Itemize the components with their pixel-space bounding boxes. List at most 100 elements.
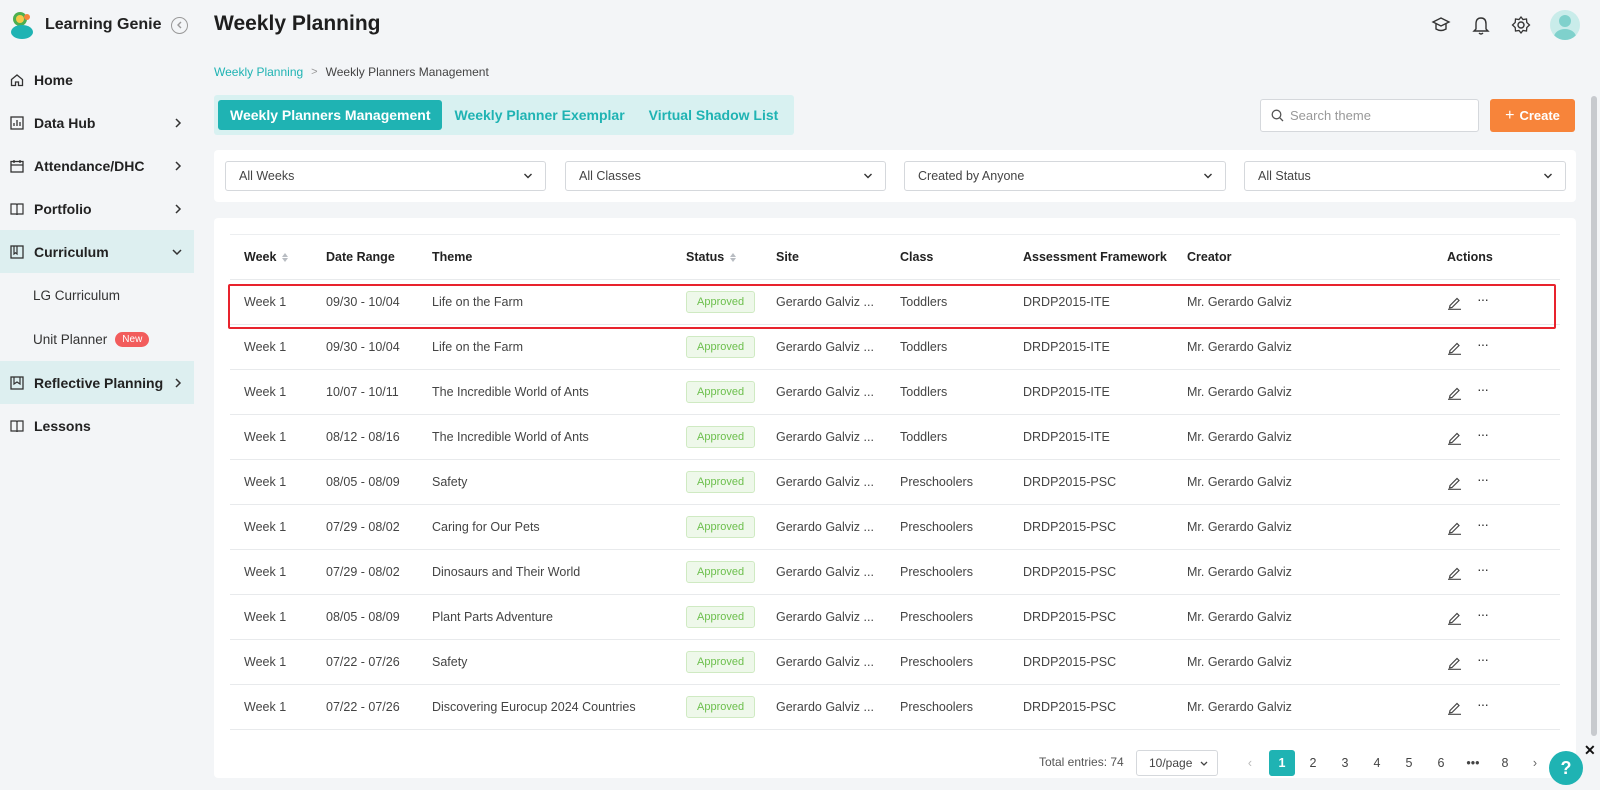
edit-icon[interactable] — [1447, 610, 1462, 625]
scrollbar[interactable] — [1591, 96, 1597, 736]
more-options-icon[interactable]: ··· — [1477, 607, 1489, 621]
breadcrumb: Weekly Planning > Weekly Planners Manage… — [214, 65, 489, 79]
more-options-icon[interactable]: ··· — [1477, 382, 1489, 396]
sidebar-item-attendance[interactable]: Attendance/DHC — [0, 144, 194, 187]
sidebar-item-curriculum[interactable]: Curriculum — [0, 230, 194, 273]
cell-actions: ··· — [1447, 595, 1489, 639]
table-row[interactable]: Week 1 07/22 - 07/26 Discovering Eurocup 2… — [230, 685, 1560, 730]
edit-icon[interactable] — [1447, 565, 1462, 580]
edit-icon[interactable] — [1447, 430, 1462, 445]
column-status[interactable]: Status — [686, 235, 737, 279]
graduation-cap-icon[interactable] — [1430, 14, 1452, 36]
column-creator: Creator — [1187, 250, 1232, 264]
more-options-icon[interactable]: ··· — [1477, 337, 1489, 351]
status-badge: Approved — [686, 696, 756, 718]
cell-class: Preschoolers — [900, 475, 973, 489]
more-options-icon[interactable]: ··· — [1477, 562, 1489, 576]
classes-select[interactable]: All Classes — [565, 161, 886, 191]
status-select[interactable]: All Status — [1244, 161, 1566, 191]
bell-icon[interactable] — [1470, 14, 1492, 36]
sidebar-subitem-lg-curriculum[interactable]: LG Curriculum — [0, 273, 194, 317]
page-number[interactable]: 4 — [1364, 750, 1390, 776]
prev-page-icon[interactable]: ‹ — [1237, 750, 1263, 776]
edit-icon[interactable] — [1447, 340, 1462, 355]
bookmark-icon — [10, 375, 24, 390]
help-button[interactable]: ? — [1549, 751, 1583, 785]
more-options-icon[interactable]: ··· — [1477, 472, 1489, 486]
chevron-down-icon — [864, 173, 872, 179]
cell-theme: The Incredible World of Ants — [432, 430, 589, 444]
more-options-icon[interactable]: ··· — [1477, 697, 1489, 711]
page-size-select[interactable]: 10/page — [1136, 750, 1218, 776]
edit-icon[interactable] — [1447, 655, 1462, 670]
edit-icon[interactable] — [1447, 520, 1462, 535]
avatar[interactable] — [1550, 10, 1580, 40]
table-row[interactable]: Week 1 09/30 - 10/04 Life on the Farm Appro… — [230, 280, 1560, 325]
tab-weekly-planner-exemplar[interactable]: Weekly Planner Exemplar — [442, 100, 636, 130]
chevron-down-icon — [1544, 173, 1552, 179]
edit-icon[interactable] — [1447, 385, 1462, 400]
page-number[interactable]: 6 — [1428, 750, 1454, 776]
cell-site: Gerardo Galviz ... — [776, 340, 874, 354]
classes-select-value: All Classes — [579, 169, 641, 183]
cell-assessment-framework: DRDP2015-ITE — [1023, 385, 1110, 399]
close-icon[interactable]: ✕ — [1584, 742, 1596, 759]
more-options-icon[interactable]: ··· — [1477, 427, 1489, 441]
table-row[interactable]: Week 1 08/05 - 08/09 Plant Parts Adventure… — [230, 595, 1560, 640]
column-assessment-framework: Assessment Framework — [1023, 250, 1167, 264]
sidebar-item-data-hub[interactable]: Data Hub — [0, 101, 194, 144]
sidebar-item-home[interactable]: Home — [0, 58, 194, 101]
tab-weekly-planners-management[interactable]: Weekly Planners Management — [218, 100, 443, 130]
sidebar-subitem-unit-planner[interactable]: Unit Planner New — [0, 317, 194, 361]
cell-site: Gerardo Galviz ... — [776, 520, 874, 534]
table-row[interactable]: Week 1 08/05 - 08/09 Safety Approved Gerardo… — [230, 460, 1560, 505]
page-ellipsis[interactable]: ••• — [1460, 750, 1486, 776]
chevron-down-icon — [1204, 173, 1212, 179]
cell-week: Week 1 — [244, 565, 287, 579]
cell-week: Week 1 — [244, 520, 287, 534]
edit-icon[interactable] — [1447, 295, 1462, 310]
breadcrumb-link-weekly-planning[interactable]: Weekly Planning — [214, 65, 303, 79]
table-row[interactable]: Week 1 10/07 - 10/11 The Incredible World … — [230, 370, 1560, 415]
cell-actions: ··· — [1447, 640, 1489, 684]
cell-week: Week 1 — [244, 430, 287, 444]
table-row[interactable]: Week 1 07/29 - 08/02 Caring for Our Pets Ap… — [230, 505, 1560, 550]
cell-theme: Plant Parts Adventure — [432, 610, 553, 624]
gear-icon[interactable] — [1510, 14, 1532, 36]
table-row[interactable]: Week 1 07/29 - 08/02 Dinosaurs and Their W… — [230, 550, 1560, 595]
page-number[interactable]: 1 — [1269, 750, 1295, 776]
edit-icon[interactable] — [1447, 700, 1462, 715]
more-options-icon[interactable]: ··· — [1477, 517, 1489, 531]
planners-panel: Week Date Range Theme Status Site Class … — [214, 218, 1576, 778]
weeks-select[interactable]: All Weeks — [225, 161, 546, 191]
sidebar-item-portfolio[interactable]: Portfolio — [0, 187, 194, 230]
table-row[interactable]: Week 1 08/12 - 08/16 The Incredible World … — [230, 415, 1560, 460]
weeks-select-value: All Weeks — [239, 169, 295, 183]
page-number[interactable]: 2 — [1300, 750, 1326, 776]
next-page-icon[interactable]: › — [1522, 750, 1548, 776]
cell-actions: ··· — [1447, 415, 1489, 459]
cell-actions: ··· — [1447, 460, 1489, 504]
page-number[interactable]: 8 — [1492, 750, 1518, 776]
more-options-icon[interactable]: ··· — [1477, 292, 1489, 306]
column-week[interactable]: Week — [244, 235, 289, 279]
cell-week: Week 1 — [244, 475, 287, 489]
edit-icon[interactable] — [1447, 475, 1462, 490]
plus-icon: + — [1505, 106, 1515, 124]
more-options-icon[interactable]: ··· — [1477, 652, 1489, 666]
table-row[interactable]: Week 1 09/30 - 10/04 Life on the Farm Appro… — [230, 325, 1560, 370]
cell-date-range: 07/22 - 07/26 — [326, 655, 400, 669]
create-button[interactable]: + Create — [1490, 99, 1575, 132]
creator-select[interactable]: Created by Anyone — [904, 161, 1226, 191]
cell-class: Toddlers — [900, 340, 948, 354]
page-number[interactable]: 5 — [1396, 750, 1422, 776]
search-input[interactable] — [1290, 108, 1460, 123]
page-number[interactable]: 3 — [1332, 750, 1358, 776]
cell-assessment-framework: DRDP2015-PSC — [1023, 565, 1117, 579]
sidebar-item-lessons[interactable]: Lessons — [0, 404, 194, 447]
table-row[interactable]: Week 1 07/22 - 07/26 Safety Approved Gerardo… — [230, 640, 1560, 685]
sidebar-item-reflective-planning[interactable]: Reflective Planning — [0, 361, 194, 404]
collapse-sidebar-icon[interactable] — [171, 16, 189, 34]
tab-virtual-shadow-list[interactable]: Virtual Shadow List — [637, 100, 791, 130]
cell-site: Gerardo Galviz ... — [776, 700, 874, 714]
